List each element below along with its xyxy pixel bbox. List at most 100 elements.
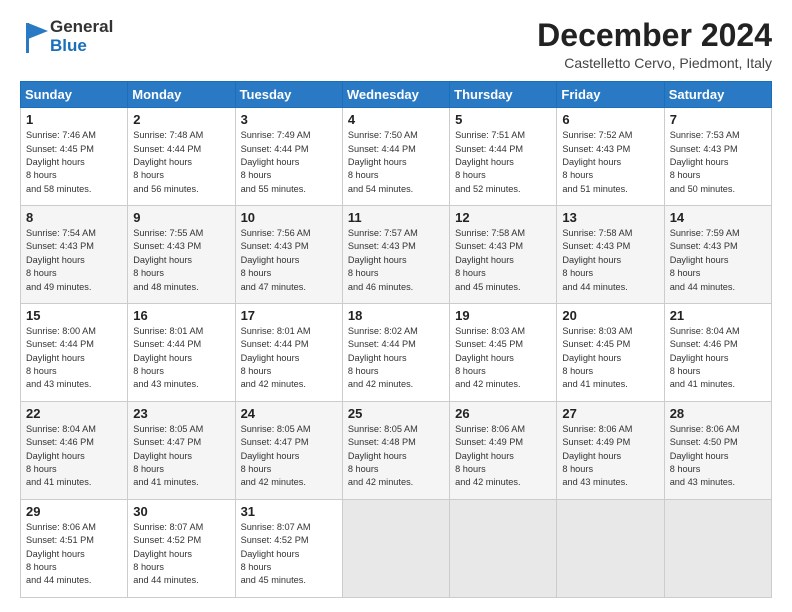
cell-info: Sunrise: 8:01 AMSunset: 4:44 PMDaylight … — [241, 326, 311, 389]
cell-info: Sunrise: 7:58 AMSunset: 4:43 PMDaylight … — [562, 228, 632, 291]
day-number: 22 — [26, 406, 122, 421]
cell-info: Sunrise: 8:04 AMSunset: 4:46 PMDaylight … — [670, 326, 740, 389]
calendar-cell: 16 Sunrise: 8:01 AMSunset: 4:44 PMDaylig… — [128, 304, 235, 402]
calendar-cell: 24 Sunrise: 8:05 AMSunset: 4:47 PMDaylig… — [235, 402, 342, 500]
calendar-cell: 18 Sunrise: 8:02 AMSunset: 4:44 PMDaylig… — [342, 304, 449, 402]
calendar-cell: 13 Sunrise: 7:58 AMSunset: 4:43 PMDaylig… — [557, 206, 664, 304]
cell-info: Sunrise: 7:57 AMSunset: 4:43 PMDaylight … — [348, 228, 418, 291]
day-number: 21 — [670, 308, 766, 323]
cell-info: Sunrise: 7:55 AMSunset: 4:43 PMDaylight … — [133, 228, 203, 291]
cell-info: Sunrise: 7:49 AMSunset: 4:44 PMDaylight … — [241, 130, 311, 193]
cell-info: Sunrise: 8:05 AMSunset: 4:47 PMDaylight … — [241, 424, 311, 487]
week-row-2: 8 Sunrise: 7:54 AMSunset: 4:43 PMDayligh… — [21, 206, 772, 304]
logo: General Blue — [20, 18, 113, 55]
cell-info: Sunrise: 7:56 AMSunset: 4:43 PMDaylight … — [241, 228, 311, 291]
day-number: 31 — [241, 504, 337, 519]
cell-info: Sunrise: 7:53 AMSunset: 4:43 PMDaylight … — [670, 130, 740, 193]
calendar-cell: 23 Sunrise: 8:05 AMSunset: 4:47 PMDaylig… — [128, 402, 235, 500]
week-row-5: 29 Sunrise: 8:06 AMSunset: 4:51 PMDaylig… — [21, 500, 772, 598]
calendar-cell: 22 Sunrise: 8:04 AMSunset: 4:46 PMDaylig… — [21, 402, 128, 500]
calendar-cell: 26 Sunrise: 8:06 AMSunset: 4:49 PMDaylig… — [450, 402, 557, 500]
calendar-cell — [450, 500, 557, 598]
cell-info: Sunrise: 7:50 AMSunset: 4:44 PMDaylight … — [348, 130, 418, 193]
calendar-cell: 21 Sunrise: 8:04 AMSunset: 4:46 PMDaylig… — [664, 304, 771, 402]
day-number: 20 — [562, 308, 658, 323]
week-row-1: 1 Sunrise: 7:46 AMSunset: 4:45 PMDayligh… — [21, 108, 772, 206]
calendar-cell — [557, 500, 664, 598]
logo-blue: Blue — [50, 37, 113, 56]
title-block: December 2024 Castelletto Cervo, Piedmon… — [537, 18, 772, 71]
calendar-cell: 27 Sunrise: 8:06 AMSunset: 4:49 PMDaylig… — [557, 402, 664, 500]
calendar-cell: 15 Sunrise: 8:00 AMSunset: 4:44 PMDaylig… — [21, 304, 128, 402]
cell-info: Sunrise: 7:59 AMSunset: 4:43 PMDaylight … — [670, 228, 740, 291]
calendar-cell: 10 Sunrise: 7:56 AMSunset: 4:43 PMDaylig… — [235, 206, 342, 304]
cell-info: Sunrise: 8:06 AMSunset: 4:49 PMDaylight … — [562, 424, 632, 487]
calendar-cell: 30 Sunrise: 8:07 AMSunset: 4:52 PMDaylig… — [128, 500, 235, 598]
calendar-cell: 17 Sunrise: 8:01 AMSunset: 4:44 PMDaylig… — [235, 304, 342, 402]
day-number: 10 — [241, 210, 337, 225]
day-number: 30 — [133, 504, 229, 519]
header-wednesday: Wednesday — [342, 82, 449, 108]
calendar-body: 1 Sunrise: 7:46 AMSunset: 4:45 PMDayligh… — [21, 108, 772, 598]
day-number: 1 — [26, 112, 122, 127]
cell-info: Sunrise: 8:04 AMSunset: 4:46 PMDaylight … — [26, 424, 96, 487]
calendar-cell: 1 Sunrise: 7:46 AMSunset: 4:45 PMDayligh… — [21, 108, 128, 206]
day-number: 12 — [455, 210, 551, 225]
calendar-cell: 19 Sunrise: 8:03 AMSunset: 4:45 PMDaylig… — [450, 304, 557, 402]
calendar-cell: 3 Sunrise: 7:49 AMSunset: 4:44 PMDayligh… — [235, 108, 342, 206]
day-number: 27 — [562, 406, 658, 421]
calendar-cell — [342, 500, 449, 598]
cell-info: Sunrise: 7:58 AMSunset: 4:43 PMDaylight … — [455, 228, 525, 291]
header-monday: Monday — [128, 82, 235, 108]
calendar-cell: 6 Sunrise: 7:52 AMSunset: 4:43 PMDayligh… — [557, 108, 664, 206]
cell-info: Sunrise: 8:03 AMSunset: 4:45 PMDaylight … — [455, 326, 525, 389]
calendar-cell: 2 Sunrise: 7:48 AMSunset: 4:44 PMDayligh… — [128, 108, 235, 206]
day-number: 16 — [133, 308, 229, 323]
calendar-header-row: SundayMondayTuesdayWednesdayThursdayFrid… — [21, 82, 772, 108]
day-number: 7 — [670, 112, 766, 127]
day-number: 17 — [241, 308, 337, 323]
day-number: 5 — [455, 112, 551, 127]
day-number: 11 — [348, 210, 444, 225]
header: General Blue December 2024 Castelletto C… — [20, 18, 772, 71]
cell-info: Sunrise: 8:03 AMSunset: 4:45 PMDaylight … — [562, 326, 632, 389]
calendar-cell: 8 Sunrise: 7:54 AMSunset: 4:43 PMDayligh… — [21, 206, 128, 304]
calendar-cell: 9 Sunrise: 7:55 AMSunset: 4:43 PMDayligh… — [128, 206, 235, 304]
calendar-table: SundayMondayTuesdayWednesdayThursdayFrid… — [20, 81, 772, 598]
day-number: 23 — [133, 406, 229, 421]
cell-info: Sunrise: 8:06 AMSunset: 4:51 PMDaylight … — [26, 522, 96, 585]
day-number: 28 — [670, 406, 766, 421]
cell-info: Sunrise: 8:01 AMSunset: 4:44 PMDaylight … — [133, 326, 203, 389]
calendar-cell: 7 Sunrise: 7:53 AMSunset: 4:43 PMDayligh… — [664, 108, 771, 206]
cell-info: Sunrise: 7:54 AMSunset: 4:43 PMDaylight … — [26, 228, 96, 291]
cell-info: Sunrise: 7:52 AMSunset: 4:43 PMDaylight … — [562, 130, 632, 193]
header-sunday: Sunday — [21, 82, 128, 108]
header-friday: Friday — [557, 82, 664, 108]
calendar-cell: 25 Sunrise: 8:05 AMSunset: 4:48 PMDaylig… — [342, 402, 449, 500]
header-thursday: Thursday — [450, 82, 557, 108]
day-number: 9 — [133, 210, 229, 225]
cell-info: Sunrise: 8:00 AMSunset: 4:44 PMDaylight … — [26, 326, 96, 389]
calendar-cell: 11 Sunrise: 7:57 AMSunset: 4:43 PMDaylig… — [342, 206, 449, 304]
day-number: 24 — [241, 406, 337, 421]
calendar-cell: 14 Sunrise: 7:59 AMSunset: 4:43 PMDaylig… — [664, 206, 771, 304]
day-number: 18 — [348, 308, 444, 323]
calendar-cell: 28 Sunrise: 8:06 AMSunset: 4:50 PMDaylig… — [664, 402, 771, 500]
cell-info: Sunrise: 7:48 AMSunset: 4:44 PMDaylight … — [133, 130, 203, 193]
month-title: December 2024 — [537, 18, 772, 53]
calendar-cell: 29 Sunrise: 8:06 AMSunset: 4:51 PMDaylig… — [21, 500, 128, 598]
day-number: 3 — [241, 112, 337, 127]
day-number: 29 — [26, 504, 122, 519]
calendar-cell: 5 Sunrise: 7:51 AMSunset: 4:44 PMDayligh… — [450, 108, 557, 206]
cell-info: Sunrise: 7:51 AMSunset: 4:44 PMDaylight … — [455, 130, 525, 193]
page: General Blue December 2024 Castelletto C… — [0, 0, 792, 612]
day-number: 26 — [455, 406, 551, 421]
day-number: 14 — [670, 210, 766, 225]
cell-info: Sunrise: 8:05 AMSunset: 4:48 PMDaylight … — [348, 424, 418, 487]
day-number: 6 — [562, 112, 658, 127]
calendar-cell — [664, 500, 771, 598]
header-saturday: Saturday — [664, 82, 771, 108]
day-number: 25 — [348, 406, 444, 421]
cell-info: Sunrise: 8:07 AMSunset: 4:52 PMDaylight … — [133, 522, 203, 585]
calendar-cell: 12 Sunrise: 7:58 AMSunset: 4:43 PMDaylig… — [450, 206, 557, 304]
